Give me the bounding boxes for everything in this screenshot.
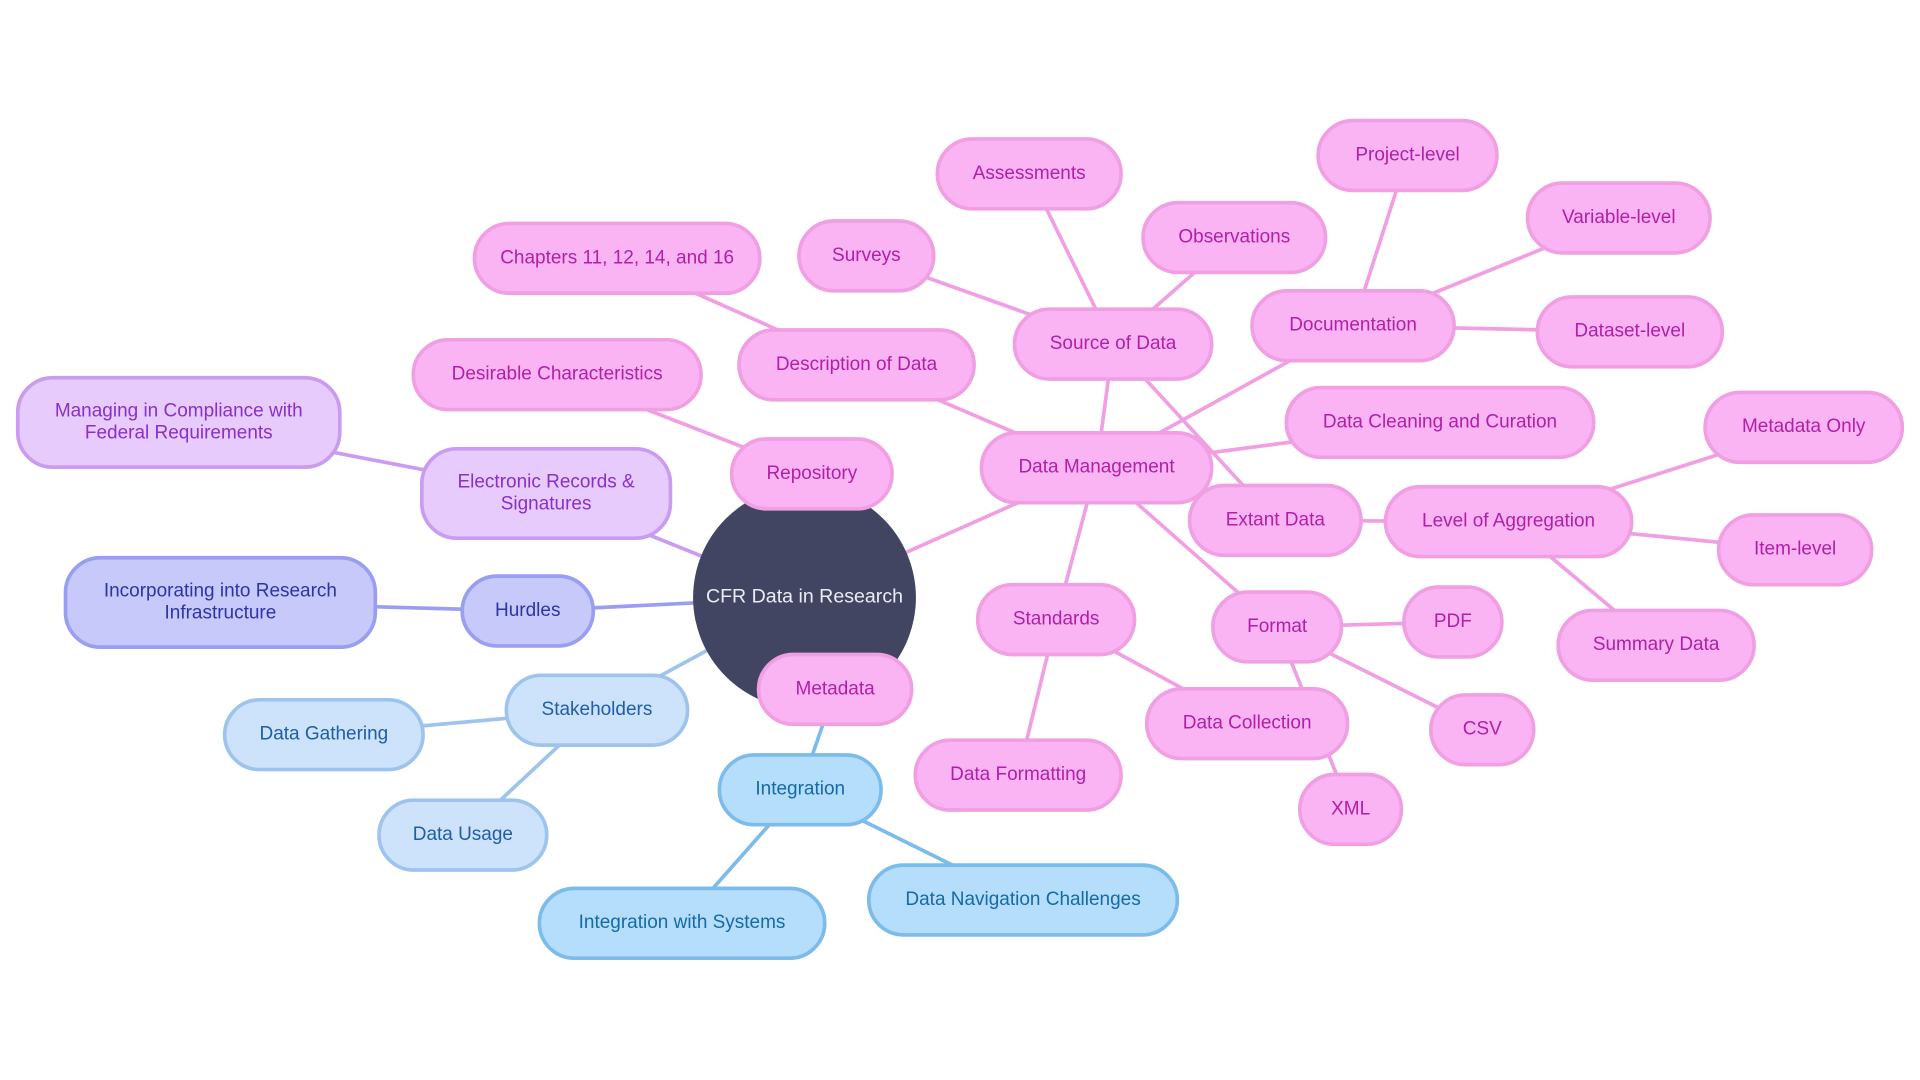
node-label: Data Collection	[1182, 712, 1312, 734]
node-description[interactable]: Description of Data	[737, 328, 976, 402]
node-label: Variable-level	[1561, 206, 1676, 228]
node-label: Data Usage	[412, 824, 513, 845]
node-label: Documentation	[1289, 314, 1417, 336]
node-project[interactable]: Project-level	[1316, 118, 1499, 193]
node-label: Dataset-level	[1574, 320, 1686, 342]
node-label: Summary Data	[1592, 634, 1720, 656]
node-stakeholders[interactable]: Stakeholders	[504, 673, 690, 747]
node-collection[interactable]: Data Collection	[1144, 686, 1350, 761]
node-hurdles[interactable]: Hurdles	[460, 574, 596, 648]
node-metadata[interactable]: Metadata	[756, 652, 914, 727]
node-label: Metadata Only	[1741, 416, 1866, 438]
node-label: Integration with Systems	[578, 912, 786, 934]
node-documentation[interactable]: Documentation	[1250, 288, 1456, 363]
node-label: Project-level	[1355, 144, 1460, 166]
node-label: Integration	[755, 778, 846, 800]
node-label: Chapters 11, 12, 14, and 16	[500, 247, 735, 269]
node-label: Stakeholders	[541, 699, 653, 721]
node-label: Hurdles	[495, 600, 561, 621]
node-label: Surveys	[832, 244, 901, 266]
node-label: Format	[1247, 615, 1308, 637]
node-label: Metadata	[795, 678, 875, 700]
node-metaonly[interactable]: Metadata Only	[1703, 390, 1905, 465]
node-label: XML	[1331, 798, 1371, 820]
node-label: Managing in Compliance with Federal Requ…	[54, 400, 303, 444]
node-formatting[interactable]: Data Formatting	[913, 738, 1123, 812]
node-integration[interactable]: Integration	[717, 753, 883, 827]
node-observations[interactable]: Observations	[1141, 200, 1328, 275]
node-label: Level of Aggregation	[1422, 510, 1596, 532]
node-assessments[interactable]: Assessments	[935, 137, 1123, 211]
node-navchallenges[interactable]: Data Navigation Challenges	[866, 863, 1180, 937]
node-format[interactable]: Format	[1211, 590, 1344, 664]
node-source[interactable]: Source of Data	[1012, 307, 1214, 381]
node-label: Data Management	[1018, 456, 1175, 478]
node-label: Standards	[1012, 608, 1100, 630]
node-label: Extant Data	[1225, 509, 1325, 531]
node-label: Data Formatting	[950, 764, 1087, 785]
node-label: Observations	[1178, 226, 1291, 248]
node-cleaning[interactable]: Data Cleaning and Curation	[1284, 385, 1596, 460]
node-chapters[interactable]: Chapters 11, 12, 14, and 16	[472, 221, 762, 296]
node-standards[interactable]: Standards	[975, 582, 1137, 657]
node-label: PDF	[1433, 611, 1472, 632]
node-label: Desirable Characteristics	[451, 363, 663, 385]
node-label: CSV	[1462, 718, 1502, 740]
node-label: Incorporating into Research Infrastructu…	[103, 580, 337, 624]
node-label: Data Cleaning and Curation	[1322, 411, 1558, 433]
node-repository[interactable]: Repository	[729, 437, 894, 511]
node-variable[interactable]: Variable-level	[1525, 181, 1712, 255]
node-label: Source of Data	[1049, 333, 1177, 354]
node-datamgmt[interactable]: Data Management	[979, 431, 1214, 505]
node-electronic[interactable]: Electronic Records & Signatures	[420, 446, 673, 541]
node-csv[interactable]: CSV	[1428, 693, 1536, 767]
node-label: Electronic Records & Signatures	[457, 471, 635, 515]
node-xml[interactable]: XML	[1297, 772, 1404, 847]
node-pdf[interactable]: PDF	[1402, 585, 1504, 659]
node-gathering[interactable]: Data Gathering	[222, 697, 425, 772]
node-incorporating[interactable]: Incorporating into Research Infrastructu…	[63, 555, 378, 649]
node-label: Data Gathering	[259, 723, 389, 745]
node-label: Item-level	[1753, 538, 1837, 560]
node-extant[interactable]: Extant Data	[1187, 483, 1363, 558]
node-itemlevel[interactable]: Item-level	[1716, 513, 1874, 587]
node-usage[interactable]: Data Usage	[377, 798, 549, 872]
node-label: Description of Data	[775, 353, 938, 375]
node-summary[interactable]: Summary Data	[1556, 608, 1756, 683]
mindmap-canvas: CFR Data in Research Electronic Records &…	[0, 0, 1920, 1080]
node-surveys[interactable]: Surveys	[797, 219, 936, 293]
node-label: Data Navigation Challenges	[905, 888, 1141, 910]
node-label: CFR Data in Research	[705, 586, 904, 608]
node-label: Repository	[766, 462, 858, 484]
node-intsystems[interactable]: Integration with Systems	[537, 886, 827, 961]
node-aggregation[interactable]: Level of Aggregation	[1383, 484, 1634, 559]
node-managing[interactable]: Managing in Compliance with Federal Requ…	[15, 375, 342, 469]
node-dataset[interactable]: Dataset-level	[1535, 295, 1725, 369]
node-desirable[interactable]: Desirable Characteristics	[411, 337, 703, 412]
node-label: Assessments	[972, 162, 1086, 184]
